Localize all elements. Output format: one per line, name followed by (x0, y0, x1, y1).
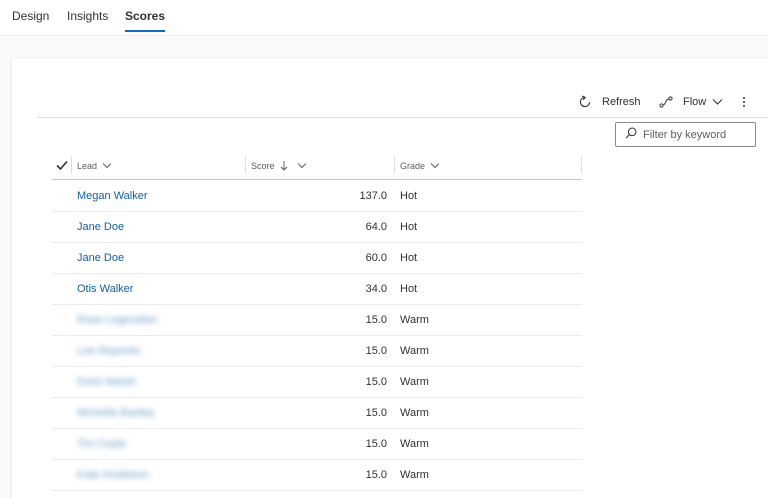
search-icon (625, 126, 637, 144)
score-value: 15.0 (365, 469, 387, 481)
score-value: 34.0 (365, 283, 387, 295)
chevron-down-icon (292, 161, 307, 171)
lead-name-link[interactable]: Tim Coyle (77, 438, 126, 450)
column-header-score[interactable]: Score (251, 152, 307, 180)
score-value: 15.0 (365, 438, 387, 450)
flow-icon (659, 95, 673, 109)
lead-name-link[interactable]: Doris Martin (77, 376, 136, 388)
score-value: 15.0 (365, 407, 387, 419)
column-separator (245, 156, 246, 174)
more-commands-button[interactable] (740, 93, 748, 111)
table-row[interactable]: Doris Martin 15.0 Warm (52, 367, 582, 398)
grade-value: Hot (400, 190, 418, 202)
refresh-icon (578, 95, 592, 109)
tab-label: Scores (125, 9, 166, 23)
column-header-grade[interactable]: Grade (400, 152, 440, 180)
column-separator (71, 156, 72, 174)
column-header-label: Lead (77, 161, 98, 171)
chevron-down-icon (712, 98, 723, 106)
column-separator (581, 156, 582, 174)
table-row[interactable]: Rose Legendton 15.0 Warm (52, 305, 582, 336)
score-value: 137.0 (359, 190, 387, 202)
column-header-lead[interactable]: Lead (77, 152, 112, 180)
command-bar-divider (37, 117, 768, 118)
table-row[interactable]: Kate Hudelson 15.0 Warm (52, 460, 582, 491)
lead-name-link[interactable]: Megan Walker (77, 190, 148, 202)
chevron-down-icon (425, 161, 440, 171)
table-row[interactable]: Otis Walker 34.0 Hot (52, 274, 582, 305)
top-tab-bar: Design Insights Scores (0, 0, 768, 36)
lead-name-link[interactable]: Kate Hudelson (77, 469, 149, 481)
lead-name-link[interactable]: Michelle Bartley (77, 407, 155, 419)
column-header-label: Score (251, 161, 275, 171)
flow-button[interactable]: Flow (659, 93, 723, 111)
keyword-filter[interactable] (615, 122, 756, 147)
grade-value: Warm (400, 345, 429, 357)
table-row[interactable]: Jane Doe 64.0 Hot (52, 212, 582, 243)
score-value: 64.0 (365, 221, 387, 233)
grade-value: Hot (400, 252, 418, 264)
score-value: 15.0 (365, 376, 387, 388)
sort-descending-icon (275, 160, 288, 173)
grade-value: Warm (400, 314, 429, 326)
lead-name-link[interactable]: Lee Reporter (77, 345, 141, 357)
tab-label: Design (12, 9, 50, 23)
table-row[interactable]: Lee Reporter 15.0 Warm (52, 336, 582, 367)
table-row[interactable]: Megan Walker 137.0 Hot (52, 181, 582, 212)
table-row[interactable]: Jane Doe 60.0 Hot (52, 243, 582, 274)
flow-label: Flow (683, 96, 707, 108)
table-row[interactable]: Michelle Bartley 15.0 Warm (52, 398, 582, 429)
tab-insights[interactable]: Insights (67, 9, 108, 32)
tab-design[interactable]: Design (12, 9, 49, 32)
refresh-button[interactable]: Refresh (578, 93, 641, 111)
tab-scores[interactable]: Scores (125, 9, 166, 32)
lead-name-link[interactable]: Jane Doe (77, 221, 124, 233)
lead-name-link[interactable]: Jane Doe (77, 252, 124, 264)
more-vertical-icon (740, 95, 748, 109)
grid-header: Lead Score Grade (52, 152, 582, 180)
keyword-filter-input[interactable] (643, 128, 753, 141)
score-value: 60.0 (365, 252, 387, 264)
refresh-label: Refresh (602, 96, 641, 108)
table-row[interactable]: Tim Coyle 15.0 Warm (52, 429, 582, 460)
grade-value: Hot (400, 283, 418, 295)
grade-value: Warm (400, 407, 429, 419)
score-value: 15.0 (365, 314, 387, 326)
grade-value: Warm (400, 438, 429, 450)
chevron-down-icon (97, 161, 112, 171)
grade-value: Hot (400, 221, 418, 233)
active-tab-indicator (125, 30, 166, 32)
lead-name-link[interactable]: Rose Legendton (77, 314, 158, 326)
grade-value: Warm (400, 376, 429, 388)
grade-value: Warm (400, 469, 429, 481)
column-header-label: Grade (400, 161, 426, 171)
lead-name-link[interactable]: Otis Walker (77, 283, 133, 295)
column-separator (394, 156, 395, 174)
score-value: 15.0 (365, 345, 387, 357)
tab-label: Insights (67, 9, 109, 23)
